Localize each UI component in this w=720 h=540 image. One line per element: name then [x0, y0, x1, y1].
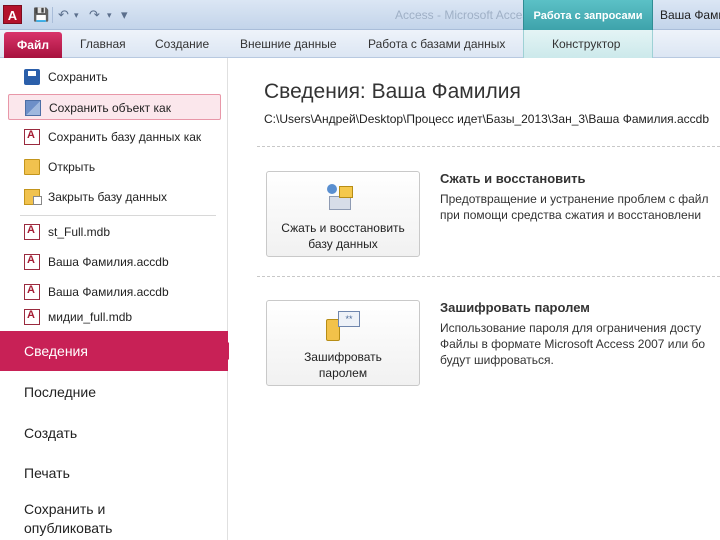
toolbar-separator: [52, 7, 53, 23]
database-file-icon: [24, 284, 40, 300]
open-command[interactable]: Открыть: [8, 154, 221, 180]
info-pane: Сведения: Ваша Фамилия C:\Users\Андрей\D…: [229, 58, 720, 540]
command-label: Открыть: [48, 160, 96, 174]
recent-file-name: Ваша Фамилия.accdb: [48, 255, 169, 269]
recent-file-name: Ваша Фамилия.accdb: [48, 285, 169, 299]
nav-item-info[interactable]: Сведения: [0, 331, 237, 371]
window-title: Access - Microsoft Access: [395, 8, 535, 22]
divider: [20, 215, 216, 216]
customize-toolbar-icon[interactable]: ▾: [121, 8, 128, 22]
recent-file-item[interactable]: st_Full.mdb: [8, 219, 221, 245]
save-object-as-command[interactable]: Сохранить объект как: [8, 94, 221, 120]
compact-repair-button[interactable]: Сжать и восстановить базу данных: [266, 171, 420, 257]
command-label: Сохранить: [48, 70, 108, 84]
button-label-line2: базу данных: [308, 237, 378, 251]
nav-item-recent[interactable]: Последние: [24, 384, 96, 400]
button-label-line1: Сжать и восстановить: [281, 221, 405, 235]
database-file-icon: [24, 309, 40, 325]
title-bar: A 💾 ↶ ▾ ↷ ▾ ▾ Access - Microsoft Access …: [0, 0, 720, 30]
tab-file[interactable]: Файл: [4, 32, 62, 58]
command-label: Сохранить базу данных как: [48, 130, 202, 144]
close-database-command[interactable]: Закрыть базу данных: [8, 184, 221, 210]
tab-create[interactable]: Создание: [155, 37, 209, 51]
redo-dropdown-icon[interactable]: ▾: [107, 8, 112, 22]
nav-item-save-publish-line2[interactable]: опубликовать: [24, 520, 112, 536]
command-label: Сохранить объект как: [49, 101, 171, 115]
save-icon: [24, 69, 40, 85]
nav-item-new[interactable]: Создать: [24, 425, 77, 441]
section-divider: [257, 276, 720, 277]
redo-icon[interactable]: ↷: [89, 8, 100, 22]
section-title: Зашифровать паролем: [440, 300, 590, 315]
encrypt-password-button[interactable]: ** Зашифровать паролем: [266, 300, 420, 386]
recent-file-item[interactable]: Ваша Фамилия.accdb: [8, 249, 221, 275]
section-description: при помощи средства сжатия и восстановле…: [440, 208, 702, 222]
command-label: Закрыть базу данных: [48, 190, 167, 204]
ribbon-tab-bar: Файл Главная Создание Внешние данные Раб…: [0, 30, 720, 58]
save-icon[interactable]: 💾: [33, 8, 49, 22]
tab-design[interactable]: Конструктор: [552, 37, 620, 51]
nav-item-print[interactable]: Печать: [24, 465, 70, 481]
tab-home[interactable]: Главная: [80, 37, 126, 51]
file-path: C:\Users\Андрей\Desktop\Процесс идет\Баз…: [264, 112, 710, 126]
section-description: Использование пароля для ограничения дос…: [440, 321, 702, 335]
tab-database-tools[interactable]: Работа с базами данных: [368, 37, 505, 51]
recent-file-name: мидии_full.mdb: [48, 310, 133, 324]
compact-repair-icon: [324, 180, 362, 214]
section-description: Файлы в формате Microsoft Access 2007 ил…: [440, 337, 706, 351]
section-title: Сжать и восстановить: [440, 171, 586, 186]
context-group-title: Работа с запросами: [523, 0, 653, 30]
button-label-line2: паролем: [318, 366, 368, 380]
database-file-icon: [24, 254, 40, 270]
recent-file-name: st_Full.mdb: [48, 225, 111, 239]
nav-item-label: Сведения: [24, 343, 88, 359]
document-title: Ваша Фами: [660, 8, 720, 22]
save-command[interactable]: Сохранить: [8, 64, 221, 90]
tab-external-data[interactable]: Внешние данные: [240, 37, 337, 51]
open-folder-icon: [24, 159, 40, 175]
access-window: A 💾 ↶ ▾ ↷ ▾ ▾ Access - Microsoft Access …: [0, 0, 720, 540]
button-label-line1: Зашифровать: [304, 350, 382, 364]
recent-file-item[interactable]: мидии_full.mdb: [8, 304, 221, 330]
section-description: будут шифроваться.: [440, 353, 554, 367]
section-description: Предотвращение и устранение проблем с фа…: [440, 192, 709, 206]
section-divider: [257, 146, 720, 147]
database-save-icon: [24, 129, 40, 145]
page-title: Сведения: Ваша Фамилия: [264, 80, 521, 103]
recent-file-item[interactable]: Ваша Фамилия.accdb: [8, 279, 221, 305]
undo-icon[interactable]: ↶: [58, 8, 69, 22]
undo-dropdown-icon[interactable]: ▾: [74, 8, 79, 22]
save-database-as-command[interactable]: Сохранить базу данных как: [8, 124, 221, 150]
nav-item-save-publish[interactable]: Сохранить и: [24, 501, 105, 517]
access-app-icon[interactable]: A: [3, 5, 22, 24]
save-object-as-icon: [25, 100, 41, 116]
database-file-icon: [24, 224, 40, 240]
encrypt-database-icon: **: [324, 309, 362, 343]
close-database-icon: [24, 189, 42, 205]
backstage-nav-panel: Сохранить Сохранить объект как Сохранить…: [0, 58, 237, 540]
